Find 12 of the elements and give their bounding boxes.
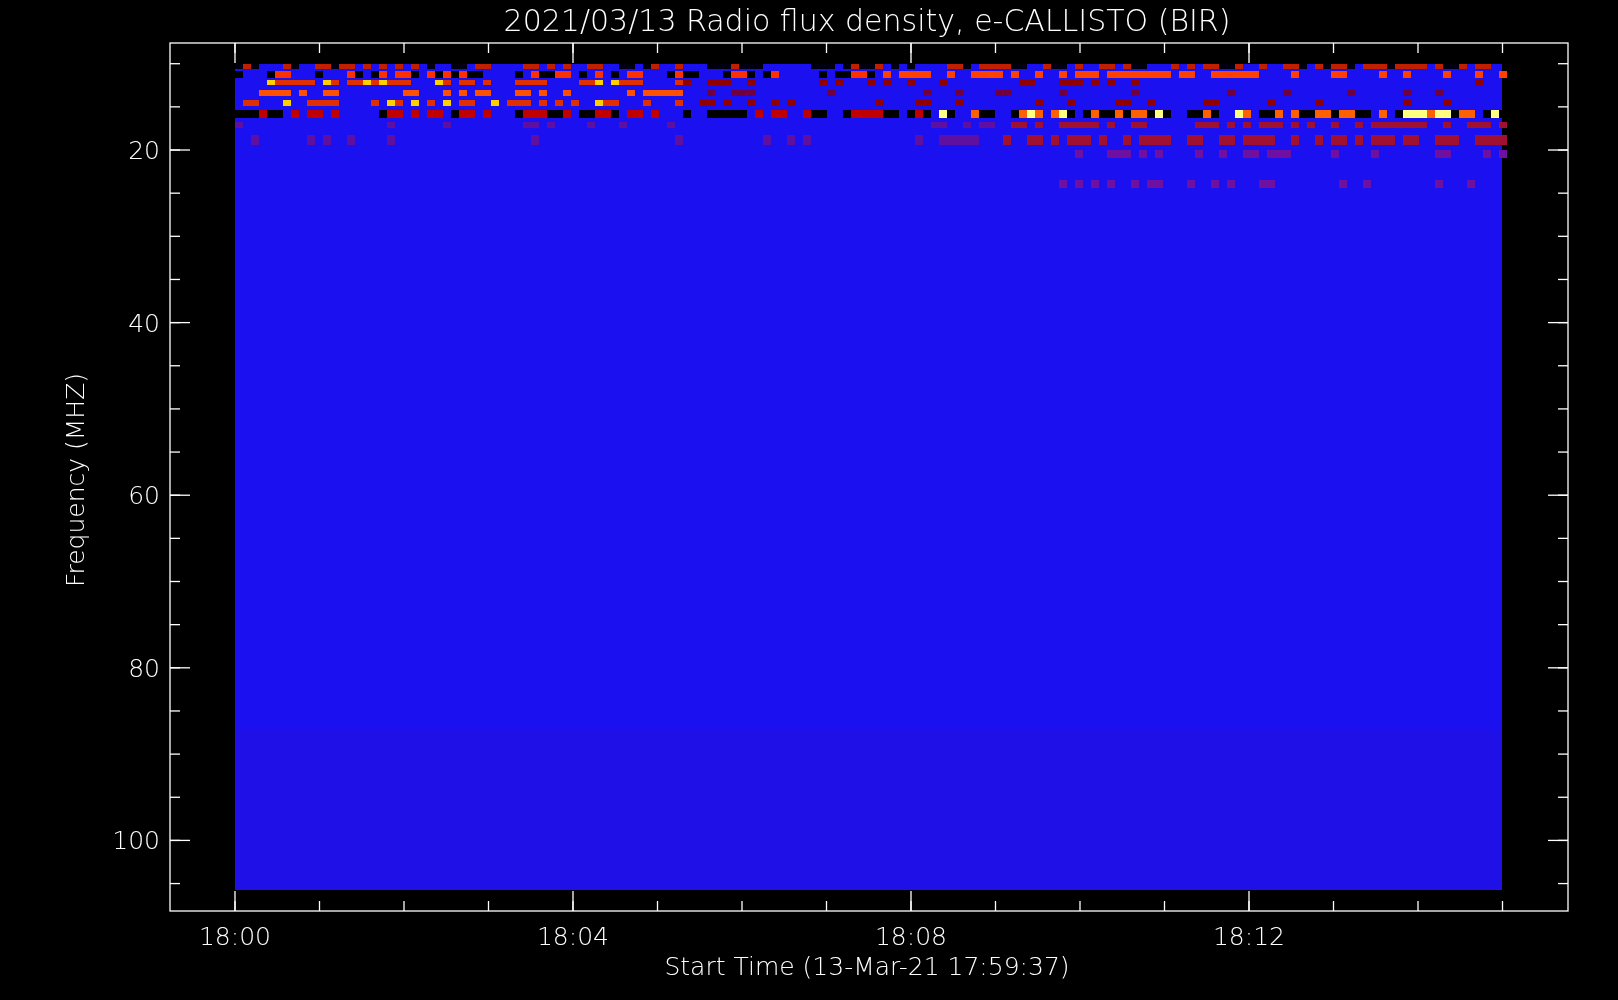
axis-tick-label: 18:04 [537, 922, 609, 951]
axis-tick-label: 60 [128, 481, 160, 511]
axis-tick-label: 18:00 [199, 922, 271, 951]
axis-tick-label: 80 [128, 653, 160, 683]
axis-title: Start Time (13-Mar-21 17:59:37) [664, 952, 1070, 981]
axis-tick-label: 18:08 [875, 922, 947, 951]
axis-tick-label: 40 [128, 308, 160, 338]
chart-title: 2021/03/13 Radio flux density, e-CALLISTO (BIR) [503, 3, 1231, 38]
axis-tick-label: 20 [128, 136, 160, 165]
axis-title: Frequency (MHZ) [61, 372, 90, 588]
axis-tick-label: 18:12 [1213, 922, 1285, 951]
axis-tick-label: 100 [112, 826, 160, 856]
